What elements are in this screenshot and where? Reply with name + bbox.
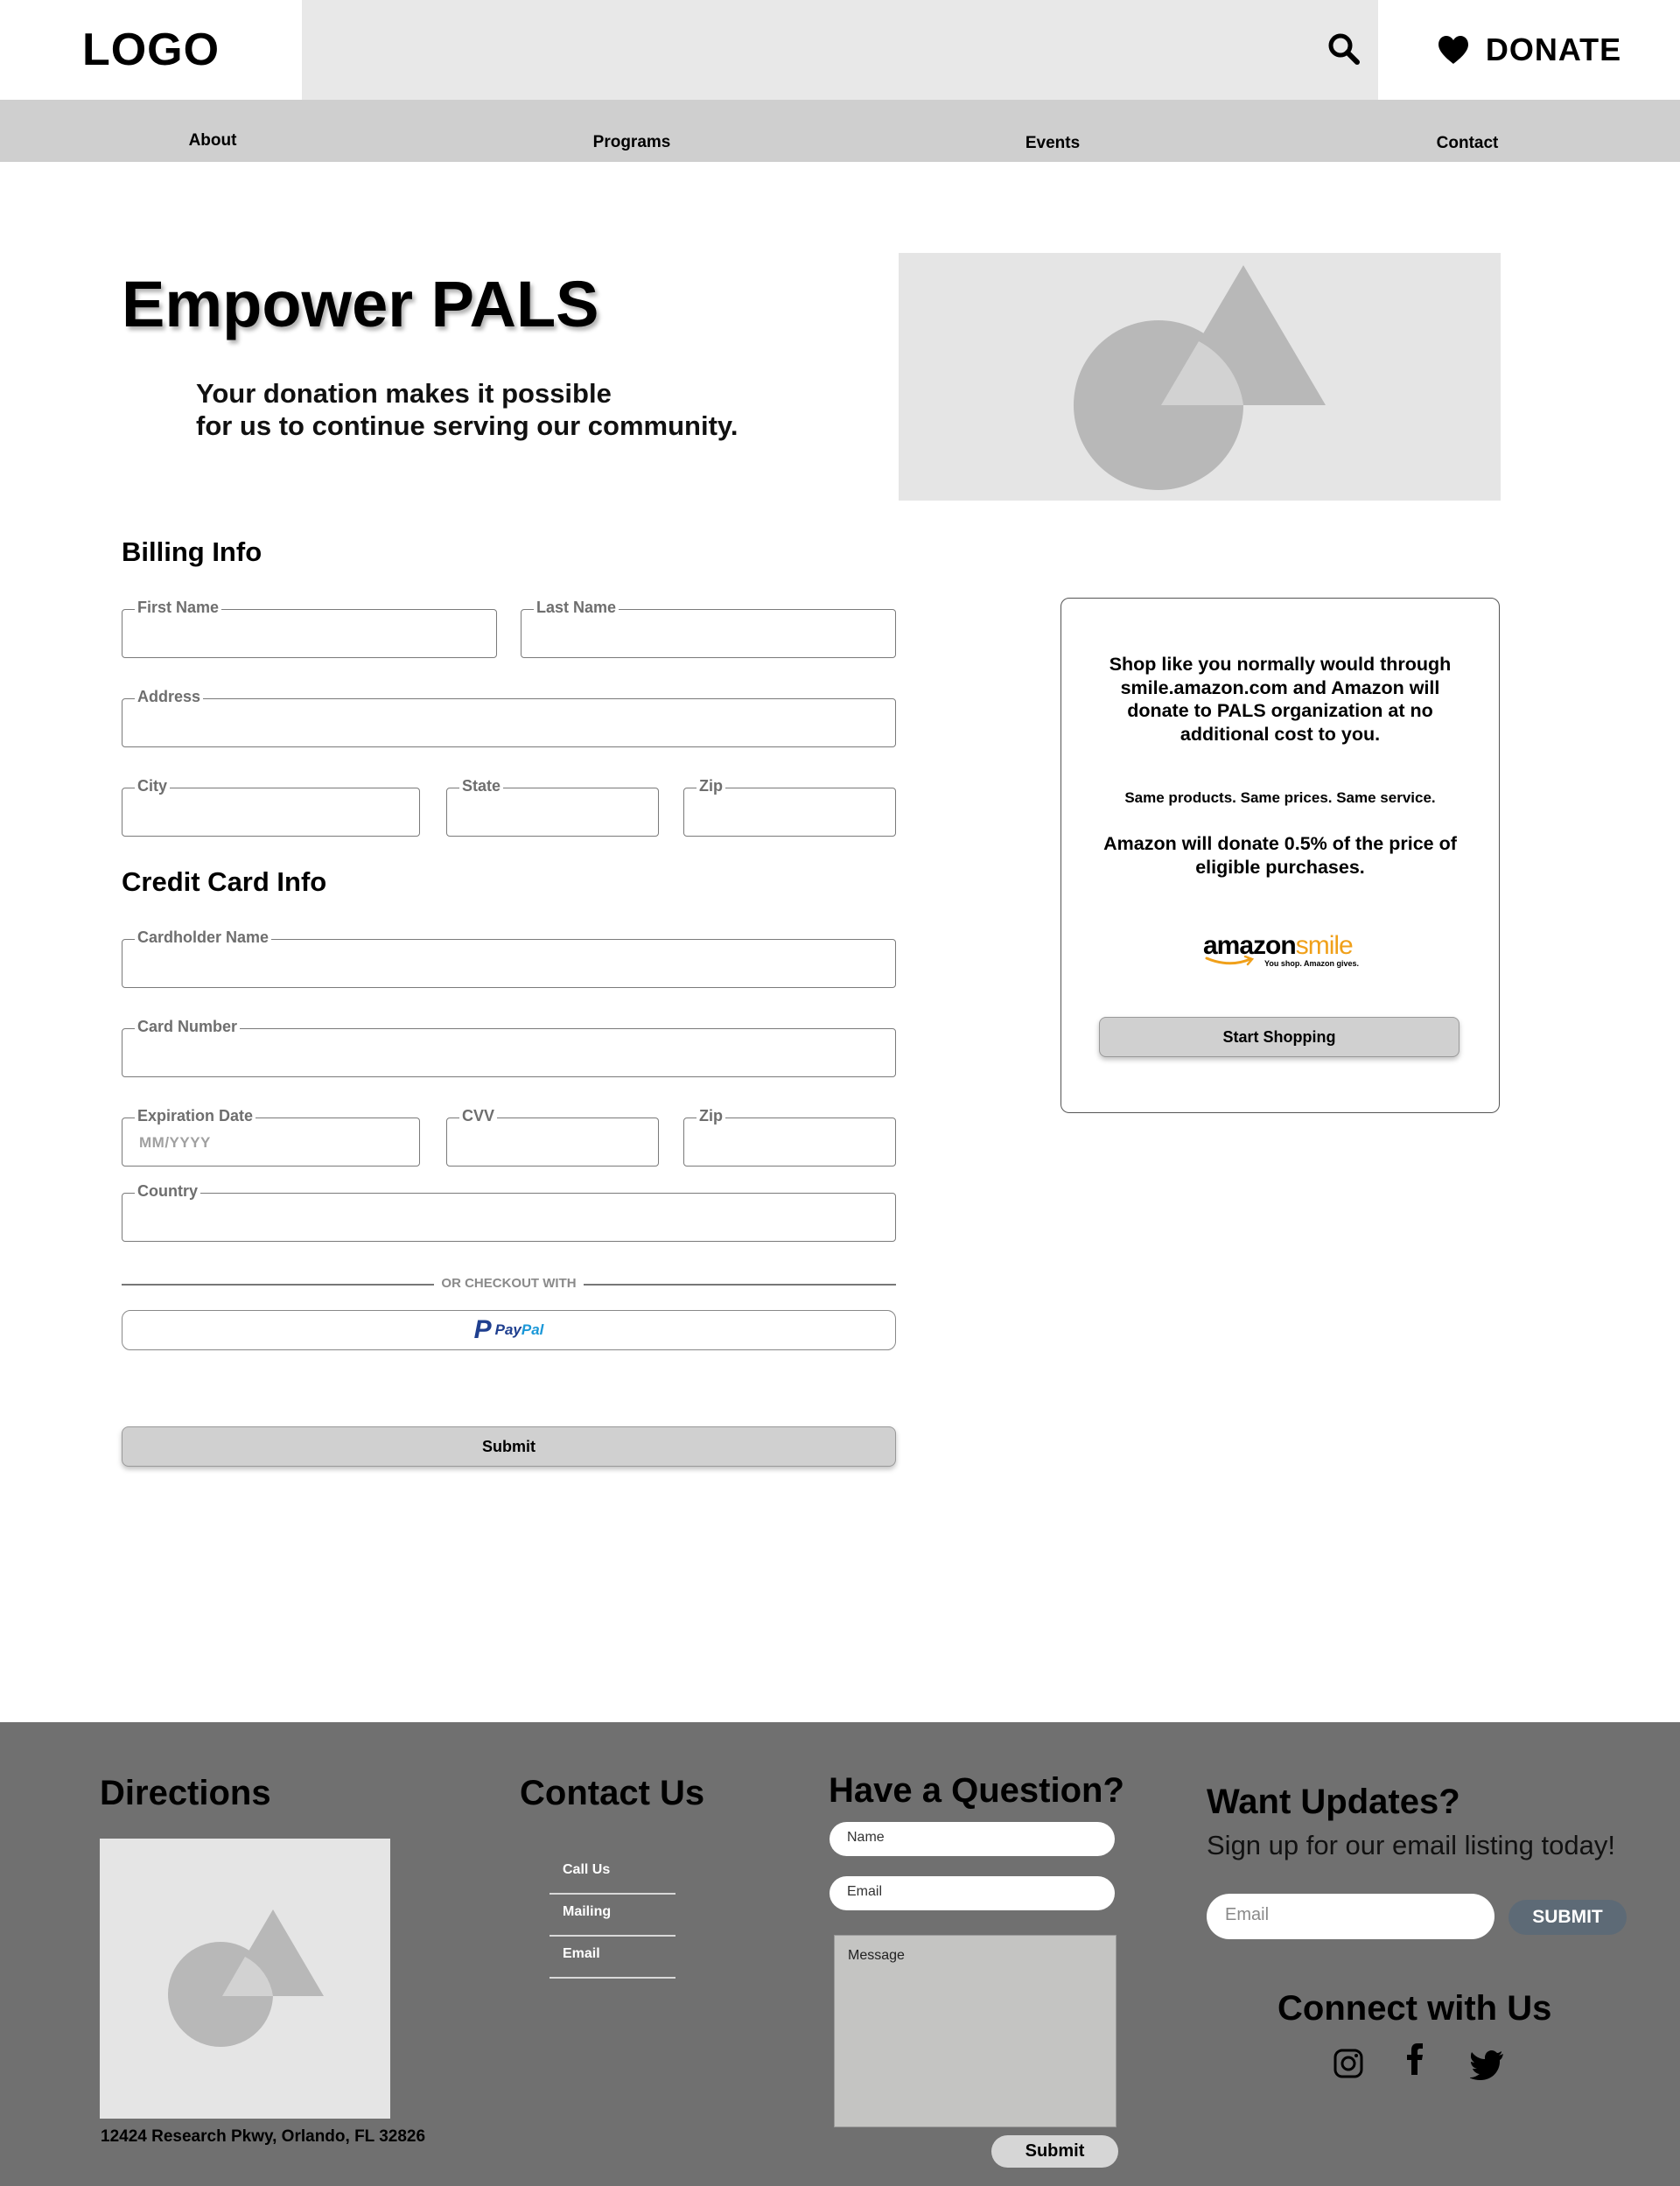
address-label: Address (135, 688, 204, 706)
donate-button[interactable]: DONATE (1378, 0, 1680, 100)
cvv-label: CVV (459, 1107, 498, 1125)
logo[interactable]: LOGO (0, 0, 302, 100)
nav-item-events[interactable]: Events (1026, 134, 1080, 153)
updates-submit-button[interactable]: SUBMIT (1508, 1900, 1627, 1935)
expiration-date-label: Expiration Date (135, 1107, 256, 1125)
nav-item-programs[interactable]: Programs (593, 133, 671, 152)
updates-title: Want Updates? (1207, 1783, 1460, 1821)
cardholder-name-label: Cardholder Name (135, 928, 272, 947)
start-shopping-button[interactable]: Start Shopping (1099, 1017, 1460, 1057)
credit-card-title: Credit Card Info (122, 866, 327, 897)
card-number-field[interactable]: Card Number (122, 1018, 896, 1077)
state-field[interactable]: State (446, 777, 659, 837)
question-message-input[interactable]: Message (834, 1935, 1116, 2127)
submit-button[interactable]: Submit (122, 1426, 896, 1467)
city-label: City (135, 777, 171, 795)
divider-text: OR CHECKOUT WITH (434, 1276, 584, 1291)
contact-link-email[interactable]: Email (550, 1937, 676, 1979)
paypal-button[interactable]: P PayPal (122, 1310, 896, 1350)
name-placeholder: Name (847, 1830, 885, 1845)
twitter-icon[interactable] (1470, 2047, 1505, 2082)
main-nav: About Programs Events Contact (0, 100, 1680, 162)
nav-item-about[interactable]: About (189, 131, 237, 151)
heart-icon (1438, 36, 1468, 64)
amazon-description: Shop like you normally would through smi… (1109, 654, 1452, 745)
checkout-divider: OR CHECKOUT WITH (122, 1274, 896, 1295)
directions-title: Directions (100, 1774, 271, 1812)
image-placeholder-icon (1074, 265, 1326, 490)
contact-title: Contact Us (520, 1774, 705, 1812)
expiration-date-field[interactable]: Expiration Date MM/YYYY (122, 1107, 420, 1167)
email-placeholder: Email (847, 1884, 883, 1899)
image-placeholder-icon (168, 1909, 324, 2047)
paypal-wordmark: PayPal (494, 1321, 544, 1338)
site-header: LOGO DONATE (0, 0, 1680, 100)
address-field[interactable]: Address (122, 688, 896, 747)
hero-subtitle-line2: for us to continue serving our community… (196, 410, 738, 441)
country-label: Country (135, 1182, 200, 1201)
hero-image (899, 253, 1501, 501)
facebook-icon[interactable] (1397, 2042, 1432, 2077)
amazon-smile-card: Shop like you normally would through smi… (1060, 598, 1500, 1113)
hero-subtitle: Your donation makes it possible for us t… (196, 377, 738, 442)
search-icon[interactable] (1326, 32, 1362, 67)
question-name-input[interactable]: Name (830, 1822, 1115, 1856)
cardholder-name-field[interactable]: Cardholder Name (122, 928, 896, 988)
expiration-placeholder: MM/YYYY (139, 1134, 211, 1151)
card-zip-label: Zip (696, 1107, 725, 1125)
last-name-field[interactable]: Last Name (521, 599, 896, 658)
instagram-icon[interactable] (1331, 2046, 1366, 2081)
first-name-label: First Name (135, 599, 222, 617)
card-number-label: Card Number (135, 1018, 241, 1036)
question-title: Have a Question? (829, 1771, 1124, 1810)
paypal-icon: P (473, 1315, 492, 1344)
hero-subtitle-line1: Your donation makes it possible (196, 378, 612, 409)
map-image (100, 1839, 390, 2119)
nav-item-contact[interactable]: Contact (1437, 134, 1499, 153)
state-label: State (459, 777, 504, 795)
search-bar[interactable] (302, 0, 1378, 100)
question-email-input[interactable]: Email (830, 1876, 1115, 1910)
contact-link-mailing[interactable]: Mailing (550, 1895, 676, 1937)
first-name-field[interactable]: First Name (122, 599, 497, 658)
page-title: Empower PALS (122, 268, 599, 340)
updates-email-placeholder: Email (1225, 1905, 1270, 1924)
billing-title: Billing Info (122, 536, 262, 567)
amazon-tagline: Same products. Same prices. Same service… (1124, 789, 1436, 806)
amazon-donation-info: Amazon will donate 0.5% of the price of … (1103, 833, 1457, 878)
country-field[interactable]: Country (122, 1182, 896, 1242)
card-zip-field[interactable]: Zip (683, 1107, 896, 1167)
contact-link-call[interactable]: Call Us (550, 1853, 676, 1895)
updates-email-input[interactable]: Email (1207, 1894, 1494, 1939)
updates-subtitle: Sign up for our email listing today! (1207, 1830, 1615, 1860)
question-submit-button[interactable]: Submit (991, 2135, 1118, 2168)
billing-zip-field[interactable]: Zip (683, 777, 896, 837)
donate-label: DONATE (1485, 32, 1622, 67)
city-field[interactable]: City (122, 777, 420, 837)
cvv-field[interactable]: CVV (446, 1107, 659, 1167)
connect-title: Connect with Us (1278, 1989, 1552, 2028)
amazon-smile-logo: amazonsmile You shop. Amazon gives. (1203, 931, 1360, 968)
billing-zip-label: Zip (696, 777, 725, 795)
amazon-arrow-icon (1205, 956, 1255, 966)
address-text: 12424 Research Pkwy, Orlando, FL 32826 (101, 2127, 426, 2146)
last-name-label: Last Name (534, 599, 620, 617)
amazon-logo-tagline: You shop. Amazon gives. (1264, 959, 1360, 968)
message-placeholder: Message (848, 1948, 905, 1963)
